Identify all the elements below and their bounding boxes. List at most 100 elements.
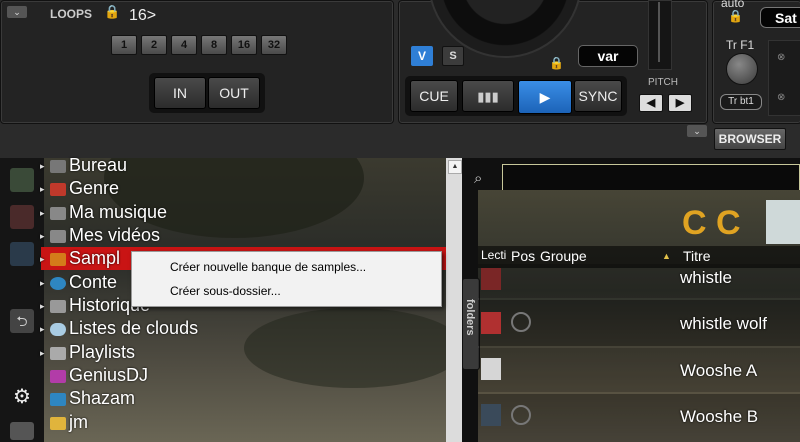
var-display[interactable]: var xyxy=(578,45,638,67)
expand-arrow-icon: ▸ xyxy=(40,207,45,218)
pitch-slider[interactable] xyxy=(648,0,672,70)
video-folder-icon xyxy=(50,229,66,243)
tree-item-jm[interactable]: jm xyxy=(40,411,88,434)
chevron-down-icon[interactable]: ⌄ xyxy=(687,125,707,137)
effect-select-value: Sat xyxy=(775,10,797,26)
loop-icon[interactable]: C C xyxy=(682,206,741,240)
right-arrow-icon: ▶ xyxy=(675,97,685,109)
close-icon[interactable]: ⊗ xyxy=(777,52,785,63)
context-menu-item-new-subfolder[interactable]: Créer sous-dossier... xyxy=(170,284,281,298)
loop-out-button[interactable]: OUT xyxy=(208,77,260,109)
trf1-label: Tr F1 xyxy=(726,38,755,52)
pause-button[interactable]: ▮▮▮ xyxy=(462,80,514,112)
tree-item-shazam[interactable]: Shazam xyxy=(40,387,135,410)
expand-arrow-icon: ▸ xyxy=(40,300,45,311)
tree-item-label: jm xyxy=(69,412,88,432)
row-title: whistle xyxy=(680,268,732,287)
scroll-up-icon[interactable]: ▲ xyxy=(448,160,462,174)
column-header-titre[interactable]: Titre xyxy=(683,248,710,264)
tree-item-label: Mes vidéos xyxy=(69,225,161,245)
genre-icon xyxy=(50,182,66,196)
play-icon: ▶ xyxy=(539,89,551,105)
table-row[interactable] xyxy=(478,264,800,298)
tree-item-contenus[interactable]: ▸ Conte xyxy=(40,271,117,294)
globe-icon[interactable] xyxy=(10,242,34,266)
lock-icon[interactable]: 🔒 xyxy=(728,9,743,23)
tree-item-label: Shazam xyxy=(69,388,136,408)
expand-arrow-icon: ▸ xyxy=(40,160,45,171)
video-toggle-button[interactable]: V xyxy=(411,46,433,66)
sort-asc-icon: ▲ xyxy=(662,251,671,261)
chevron-down-icon[interactable]: ⌄ xyxy=(7,6,27,18)
back-icon[interactable]: ⮌ xyxy=(10,309,34,333)
play-button[interactable]: ▶ xyxy=(518,80,572,114)
tree-scrollbar[interactable]: ▲ xyxy=(446,158,462,442)
pitch-label: PITCH xyxy=(648,77,678,88)
tree-item-playlists[interactable]: ▸ Playlists xyxy=(40,341,135,364)
expand-arrow-icon: ▸ xyxy=(40,347,45,358)
lock-icon[interactable]: 🔒 xyxy=(549,56,564,70)
loops-value[interactable]: 16> xyxy=(129,7,156,25)
loop-size-1[interactable]: 1 xyxy=(111,35,137,55)
pitch-slider-track xyxy=(658,2,660,62)
tree-item-label: Genre xyxy=(69,178,120,198)
deck-panel: ⌄ LOOPS 🔒 16> 1 2 4 8 16 32 IN OUT V S 🔒… xyxy=(0,0,800,158)
tree-item-label: Conte xyxy=(69,272,118,292)
pitch-down-button[interactable]: ◀ xyxy=(639,94,663,112)
search-icon[interactable]: ⌕ xyxy=(474,170,482,187)
loop-size-32[interactable]: 32 xyxy=(261,35,287,55)
palm-icon[interactable] xyxy=(10,168,34,192)
lock-icon[interactable]: 🔒 xyxy=(104,4,120,20)
folder-icon[interactable] xyxy=(10,422,34,440)
position-circle-icon xyxy=(511,312,531,332)
loop-size-16[interactable]: 16 xyxy=(231,35,257,55)
position-circle-icon xyxy=(511,405,531,425)
folder-icon xyxy=(50,416,66,430)
loop-size-2[interactable]: 2 xyxy=(141,35,167,55)
pause-icon: ▮▮▮ xyxy=(477,89,499,104)
loops-label: LOOPS xyxy=(50,7,93,21)
folders-tab-label: folders xyxy=(464,299,476,336)
effect-select[interactable]: Sat xyxy=(760,7,800,28)
track-thumbnail xyxy=(481,312,501,334)
track-thumbnail xyxy=(481,404,501,426)
browser-button[interactable]: BROWSER xyxy=(714,128,786,150)
shazam-icon xyxy=(50,392,66,406)
trf1-knob[interactable] xyxy=(726,53,758,85)
loop-size-4[interactable]: 4 xyxy=(171,35,197,55)
globe-icon xyxy=(50,276,66,290)
tree-item-samples[interactable]: ▸ Sampl xyxy=(40,247,120,270)
context-menu-item-new-sample-bank[interactable]: Créer nouvelle banque de samples... xyxy=(170,260,366,274)
tree-item-ma-musique[interactable]: ▸ Ma musique xyxy=(40,201,167,224)
desktop-icon xyxy=(50,159,66,173)
row-title: whistle wolf xyxy=(680,314,767,333)
cue-button[interactable]: CUE xyxy=(410,80,458,112)
tree-item-bureau[interactable]: ▸ Bureau xyxy=(40,154,127,177)
tree-item-listes-de-clouds[interactable]: ▸ Listes de clouds xyxy=(40,317,198,340)
expand-arrow-icon: ▸ xyxy=(40,253,45,264)
column-header-lecture[interactable]: Lecti xyxy=(481,248,506,262)
track-thumbnail xyxy=(481,268,501,290)
expand-arrow-icon: ▸ xyxy=(40,183,45,194)
trbt1-button[interactable]: Tr bt1 xyxy=(720,94,762,110)
context-menu: Créer nouvelle banque de samples... Crée… xyxy=(131,251,442,307)
pitch-up-button[interactable]: ▶ xyxy=(668,94,692,112)
tree-item-label: Listes de clouds xyxy=(69,318,199,338)
sync-button[interactable]: SYNC xyxy=(574,80,622,112)
expand-arrow-icon: ▸ xyxy=(40,230,45,241)
cloud-icon xyxy=(50,322,66,336)
palm-shadow xyxy=(244,308,462,388)
loop-size-8[interactable]: 8 xyxy=(201,35,227,55)
music-note-icon[interactable] xyxy=(10,205,34,229)
gear-icon[interactable]: ⚙ xyxy=(13,384,31,409)
sampler-toggle-button[interactable]: S xyxy=(442,46,464,66)
tree-item-geniusdj[interactable]: GeniusDJ xyxy=(40,364,148,387)
tree-item-mes-videos[interactable]: ▸ Mes vidéos xyxy=(40,224,160,247)
tree-item-genre[interactable]: ▸ Genre xyxy=(40,177,119,200)
column-header-pos[interactable]: Pos xyxy=(511,248,535,264)
loop-in-button[interactable]: IN xyxy=(154,77,206,109)
close-icon[interactable]: ⊗ xyxy=(777,92,785,103)
tree-item-label: Ma musique xyxy=(69,202,168,222)
left-arrow-icon: ◀ xyxy=(646,97,656,109)
column-header-groupe[interactable]: Groupe xyxy=(540,248,587,264)
